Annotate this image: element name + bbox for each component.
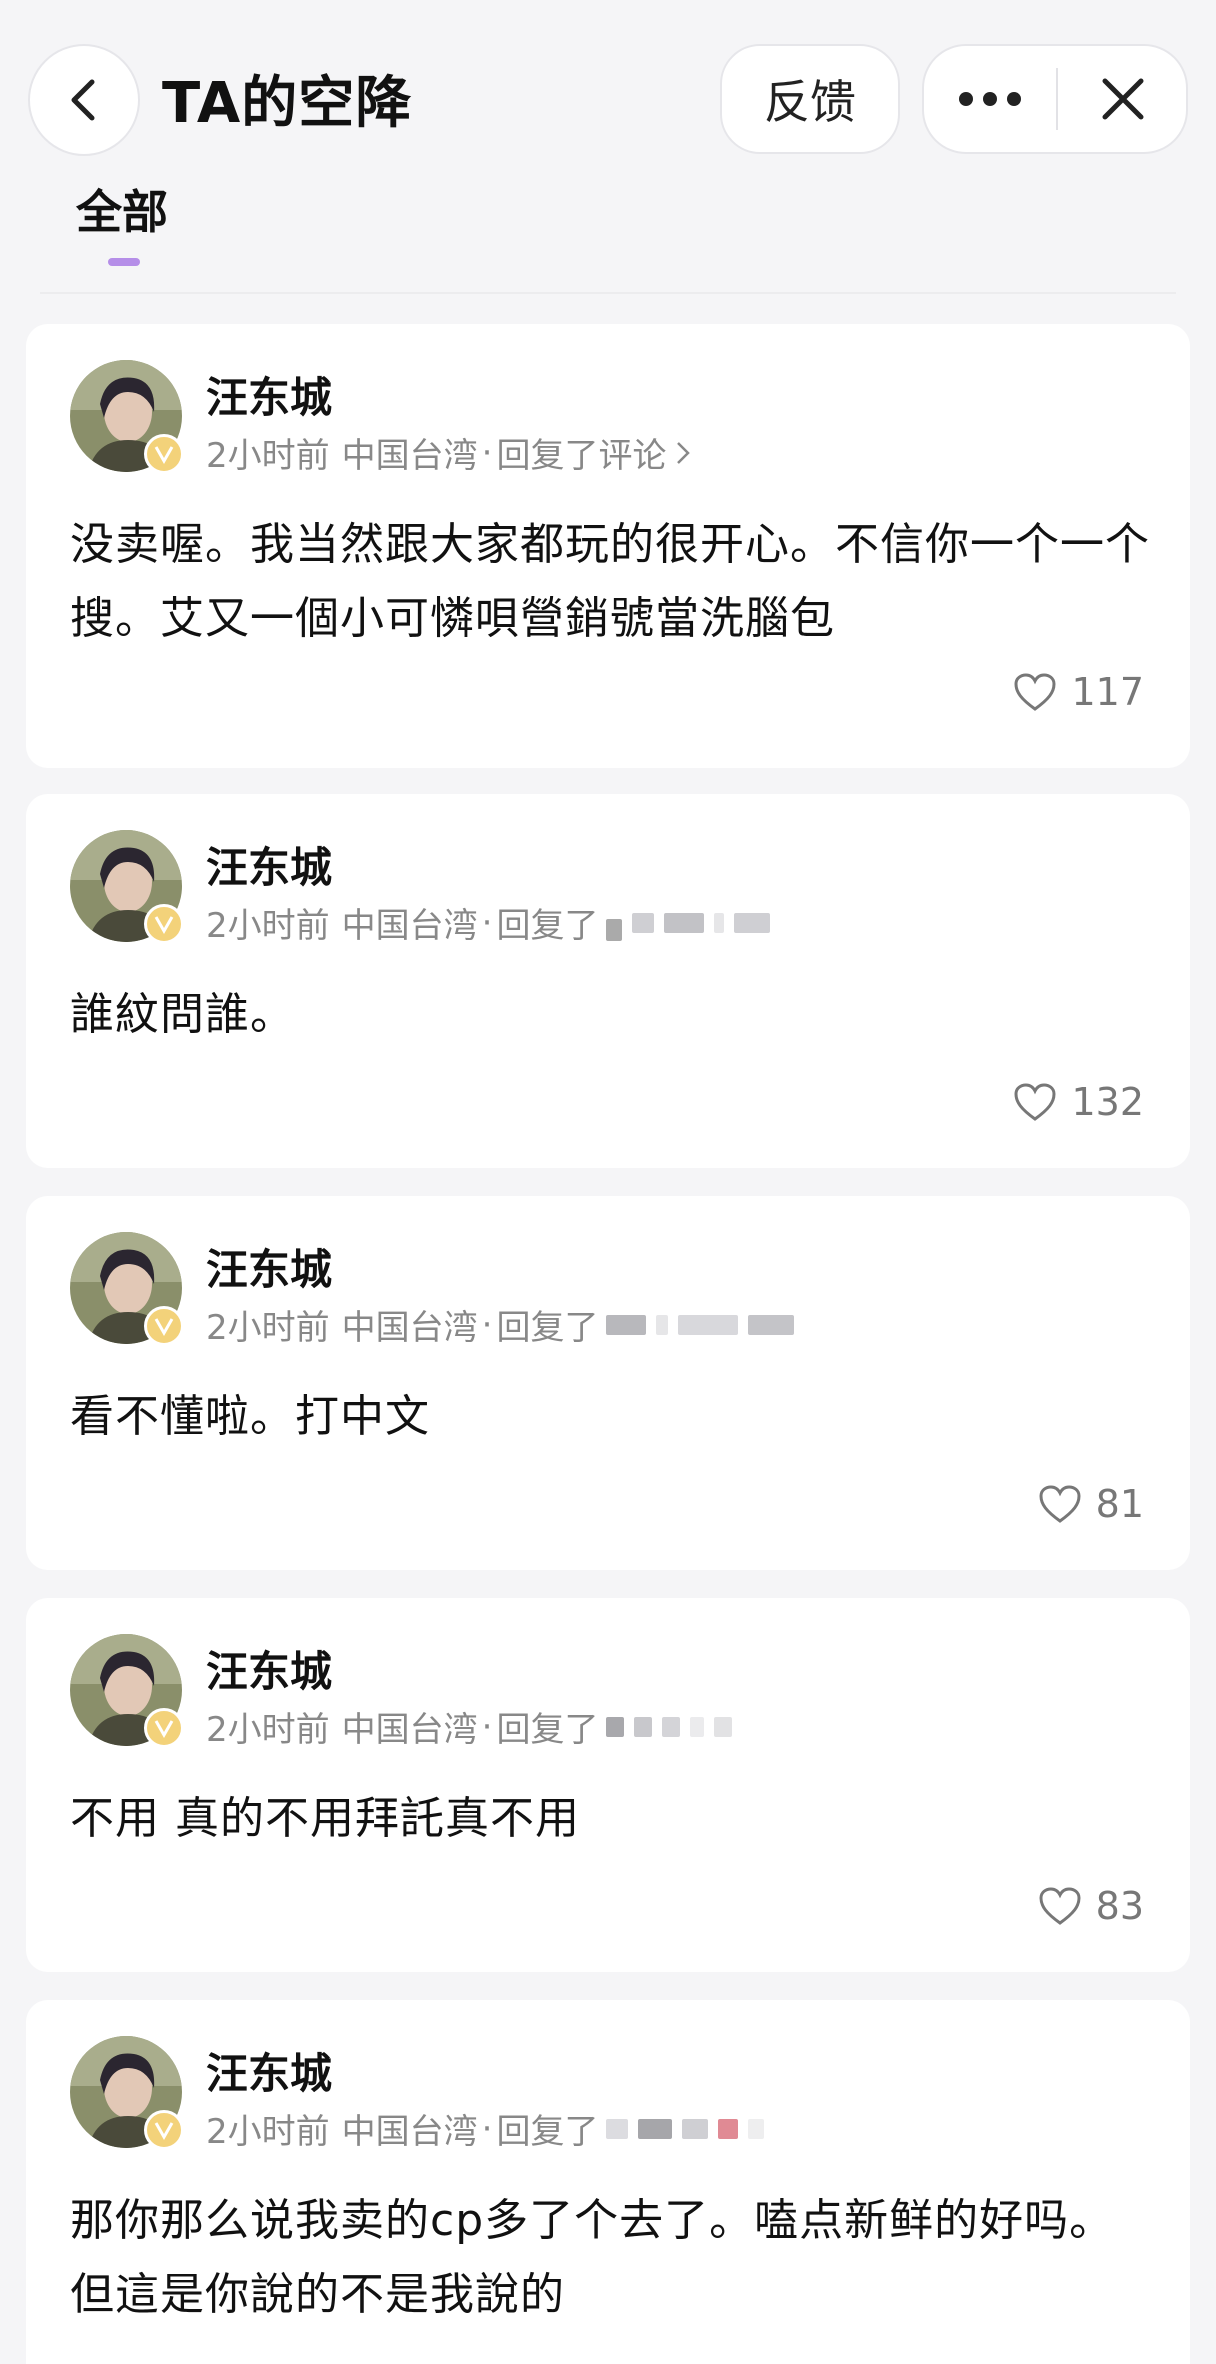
avatar[interactable] xyxy=(70,360,184,474)
comment-meta: 2小时前 中国台湾 · 回复了 xyxy=(206,1702,733,1751)
meta-separator: · xyxy=(481,1706,493,1747)
redacted-username xyxy=(606,903,771,943)
close-button[interactable] xyxy=(1058,46,1188,152)
comment-location: 中国台湾 xyxy=(341,1710,478,1750)
comment-time: 2小时前 xyxy=(206,1710,330,1750)
comment-meta: 2小时前 中国台湾 · 回复了 xyxy=(206,2104,765,2153)
redacted-username xyxy=(606,1305,795,1345)
like-count: 132 xyxy=(1071,1080,1144,1124)
back-button[interactable] xyxy=(28,44,140,156)
user-name[interactable]: 汪东城 xyxy=(206,2040,332,2101)
like-count: 81 xyxy=(1095,1482,1144,1526)
reply-target[interactable]: 回复了 xyxy=(496,1300,598,1349)
comment-location: 中国台湾 xyxy=(341,436,478,476)
comment-location: 中国台湾 xyxy=(341,906,478,946)
avatar[interactable] xyxy=(70,830,184,944)
comment-text: 那你那么说我卖的cp多了个去了。嗑点新鲜的好吗。但這是你說的不是我說的 xyxy=(70,2195,1115,2320)
reply-target[interactable]: 回复了 xyxy=(496,2104,598,2153)
verified-badge-icon xyxy=(144,904,184,944)
verified-badge-icon xyxy=(144,1708,184,1748)
comment-card[interactable]: 汪东城 2小时前 中国台湾 · 回复了 不用 真的不用拜託真不用 83 xyxy=(26,1598,1190,1972)
user-name[interactable]: 汪东城 xyxy=(206,364,332,425)
like-button[interactable]: 117 xyxy=(1013,670,1144,714)
verified-badge-icon xyxy=(144,434,184,474)
comment-text: 誰紋問誰。 xyxy=(70,989,295,1040)
avatar[interactable] xyxy=(70,1634,184,1748)
heart-icon xyxy=(1039,1485,1081,1523)
comment-meta: 2小时前 中国台湾 · 回复了 xyxy=(206,1300,795,1349)
reply-target[interactable]: 回复了评论 xyxy=(496,428,666,477)
close-icon xyxy=(1102,78,1144,120)
verified-badge-icon xyxy=(144,2110,184,2150)
user-name[interactable]: 汪东城 xyxy=(206,834,332,895)
avatar[interactable] xyxy=(70,1232,184,1346)
comment-text: 不用 真的不用拜託真不用 xyxy=(70,1793,580,1844)
heart-icon xyxy=(1014,673,1056,711)
heart-icon xyxy=(1014,1083,1056,1121)
feedback-button[interactable]: 反馈 xyxy=(720,44,900,154)
chevron-right-icon[interactable] xyxy=(676,440,691,466)
chevron-left-icon xyxy=(71,79,95,121)
verified-badge-icon xyxy=(144,1306,184,1346)
like-count: 83 xyxy=(1095,1884,1144,1928)
more-button[interactable] xyxy=(924,46,1056,152)
more-icon xyxy=(959,92,1021,106)
comment-card[interactable]: 汪东城 2小时前 中国台湾 · 回复了评论 没卖喔。我当然跟大家都玩的很开心。不… xyxy=(26,324,1190,768)
reply-target[interactable]: 回复了 xyxy=(496,898,598,947)
page-title: TA的空降 xyxy=(162,71,413,136)
redacted-username xyxy=(606,2109,765,2149)
meta-separator: · xyxy=(481,432,493,473)
redacted-username xyxy=(606,1707,733,1747)
tab-divider xyxy=(40,292,1176,294)
comment-location: 中国台湾 xyxy=(341,2112,478,2152)
like-button[interactable]: 81 xyxy=(1038,1482,1144,1526)
comment-meta: 2小时前 中国台湾 · 回复了评论 xyxy=(206,428,691,477)
like-count: 117 xyxy=(1071,670,1144,714)
comment-text: 没卖喔。我当然跟大家都玩的很开心。不信你一个一个搜。艾又一個小可憐唄營銷號當洗腦… xyxy=(70,519,1150,644)
user-name[interactable]: 汪东城 xyxy=(206,1638,332,1699)
user-name[interactable]: 汪东城 xyxy=(206,1236,332,1297)
like-button[interactable]: 132 xyxy=(1013,1080,1144,1124)
comment-meta: 2小时前 中国台湾 · 回复了 xyxy=(206,898,771,947)
comment-time: 2小时前 xyxy=(206,1308,330,1348)
tab-active-indicator xyxy=(108,258,140,266)
comment-card[interactable]: 汪东城 2小时前 中国台湾 · 回复了 誰紋問誰。 132 xyxy=(26,794,1190,1168)
top-bar: TA的空降 反馈 xyxy=(0,0,1216,160)
meta-separator: · xyxy=(481,902,493,943)
comment-time: 2小时前 xyxy=(206,2112,330,2152)
mini-program-capsule xyxy=(922,44,1188,154)
tab-all[interactable]: 全部 xyxy=(76,176,168,242)
comment-card[interactable]: 汪东城 2小时前 中国台湾 · 回复了 那你那么说我卖的cp多了个去了。嗑点新鲜… xyxy=(26,2000,1190,2364)
meta-separator: · xyxy=(481,1304,493,1345)
meta-separator: · xyxy=(481,2108,493,2149)
comment-time: 2小时前 xyxy=(206,436,330,476)
comment-location: 中国台湾 xyxy=(341,1308,478,1348)
like-button[interactable]: 83 xyxy=(1038,1884,1144,1928)
avatar[interactable] xyxy=(70,2036,184,2150)
comment-card[interactable]: 汪东城 2小时前 中国台湾 · 回复了 看不懂啦。打中文 81 xyxy=(26,1196,1190,1570)
reply-target[interactable]: 回复了 xyxy=(496,1702,598,1751)
comment-text: 看不懂啦。打中文 xyxy=(70,1391,430,1442)
comment-time: 2小时前 xyxy=(206,906,330,946)
heart-icon xyxy=(1039,1887,1081,1925)
